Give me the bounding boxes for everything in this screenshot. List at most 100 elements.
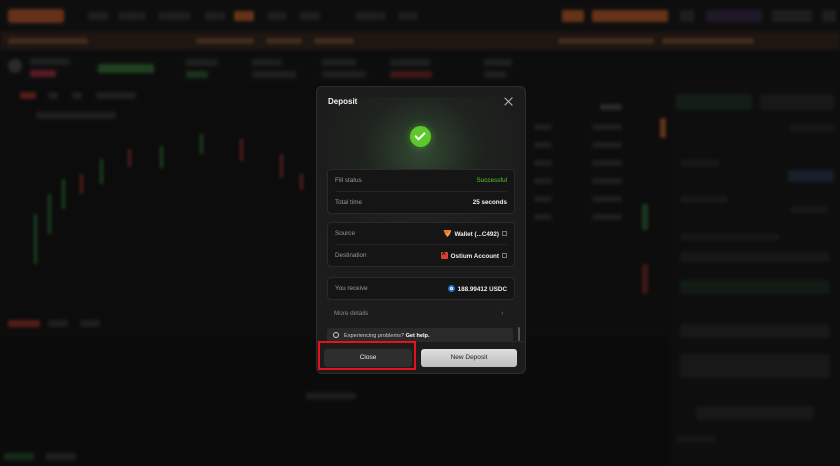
ostium-icon — [440, 251, 448, 259]
orderbook-row — [534, 214, 552, 220]
fill-status-value: Successful — [476, 177, 507, 184]
app-logo — [8, 9, 64, 23]
total-time-row: Total time 25 seconds — [328, 192, 514, 213]
nav-item — [268, 12, 286, 20]
ticker-item — [314, 38, 354, 44]
panel-field — [680, 354, 830, 378]
nav-item-highlight — [234, 11, 254, 21]
source-row: Source Wallet (...C492) — [328, 223, 514, 244]
panel-button — [696, 406, 814, 420]
destination-value: Ostium Account — [450, 253, 499, 260]
help-text: Experiencing problems? — [344, 333, 405, 339]
total-time-value: 25 seconds — [472, 199, 507, 206]
new-deposit-button[interactable]: New Deposit — [421, 349, 517, 367]
panel-field — [790, 206, 828, 213]
stat-label — [252, 59, 282, 66]
empty-state — [306, 393, 356, 399]
top-navbar — [0, 0, 840, 33]
orderbook-depth-bar — [660, 118, 666, 138]
deposit-modal: Deposit Fill status Successful Total tim… — [316, 86, 526, 374]
stat-value — [390, 71, 432, 78]
chart-candle — [48, 194, 51, 234]
wallet-icon — [443, 230, 452, 237]
nav-item — [205, 12, 225, 20]
receive-label: You receive — [335, 285, 368, 292]
market-price — [98, 64, 154, 73]
long-tab — [676, 94, 752, 110]
market-stats-bar — [0, 50, 840, 85]
orderbook-depth-bar — [642, 264, 648, 294]
modal-footer: Close New Deposit — [317, 341, 525, 373]
chart-candle — [128, 149, 131, 167]
stat-value — [484, 71, 506, 78]
close-icon[interactable] — [502, 95, 516, 109]
order-book — [522, 84, 668, 334]
get-help-link[interactable]: Get help. — [406, 333, 430, 339]
external-link-icon[interactable] — [502, 231, 507, 236]
trade-panel — [670, 84, 840, 465]
ticker-item — [8, 38, 88, 44]
orderbook-depth-bar — [642, 204, 648, 230]
orderbook-row — [592, 196, 622, 202]
panel-field — [680, 324, 830, 338]
orderbook-row — [534, 124, 552, 130]
chart-candle — [62, 179, 65, 209]
external-link-icon[interactable] — [502, 253, 507, 258]
source-value: Wallet (...C492) — [454, 231, 499, 238]
orderbook-row — [534, 142, 552, 148]
orderbook-row — [592, 142, 622, 148]
nav-item — [398, 12, 418, 20]
more-details-toggle[interactable]: More details — [334, 310, 368, 317]
total-time-label: Total time — [335, 199, 362, 206]
short-tab — [760, 94, 834, 110]
help-text-group: Experiencing problems? Get help. — [344, 333, 430, 339]
chart-candle — [280, 154, 283, 178]
chart-toolbar-item — [48, 92, 58, 99]
chart-candle — [200, 134, 203, 154]
fill-status-row: Fill status Successful — [328, 170, 514, 191]
stat-label — [322, 59, 356, 66]
fill-status-label: Fill status — [335, 177, 362, 184]
receive-card: You receive 188.99412 USDC — [327, 277, 515, 300]
destination-label: Destination — [335, 252, 367, 259]
chart-legend — [36, 112, 116, 119]
chevron-right-icon[interactable]: › — [501, 310, 503, 317]
stat-value — [322, 71, 366, 78]
ticker-item — [266, 38, 302, 44]
close-button[interactable]: Close — [324, 349, 412, 367]
orderbook-row — [592, 178, 622, 184]
receive-value: 188.99412 USDC — [457, 286, 507, 293]
orderbook-row — [534, 178, 552, 184]
receive-row: You receive 188.99412 USDC — [328, 278, 514, 299]
orderbook-row — [534, 196, 552, 202]
source-value-group[interactable]: Wallet (...C492) — [443, 230, 507, 238]
nav-item — [158, 12, 190, 20]
chart-candle — [100, 159, 103, 184]
nav-button — [772, 10, 812, 22]
chart-tab — [48, 320, 68, 327]
market-badge — [30, 70, 56, 77]
panel-field — [680, 160, 720, 167]
modal-scrollbar[interactable] — [518, 327, 520, 341]
nav-icon — [822, 10, 836, 22]
receive-value-group: 188.99412 USDC — [447, 285, 507, 293]
orderbook-header — [600, 104, 622, 110]
source-label: Source — [335, 230, 355, 237]
panel-field — [680, 252, 830, 262]
usdc-icon — [447, 285, 455, 292]
info-icon — [333, 332, 339, 338]
panel-field — [788, 170, 834, 182]
footer-status — [4, 453, 34, 460]
nav-item — [88, 12, 108, 20]
ticker-item — [662, 38, 754, 44]
chart-toolbar-item — [20, 92, 36, 99]
destination-value-group[interactable]: Ostium Account — [440, 251, 507, 260]
stat-label — [484, 59, 512, 66]
stat-label — [186, 59, 218, 66]
panel-field — [680, 196, 728, 203]
panel-field — [676, 436, 716, 442]
nav-button — [592, 10, 668, 22]
chart-candle — [80, 174, 83, 194]
route-card: Source Wallet (...C492) Destination Osti… — [327, 222, 515, 267]
footer-item — [46, 453, 76, 460]
